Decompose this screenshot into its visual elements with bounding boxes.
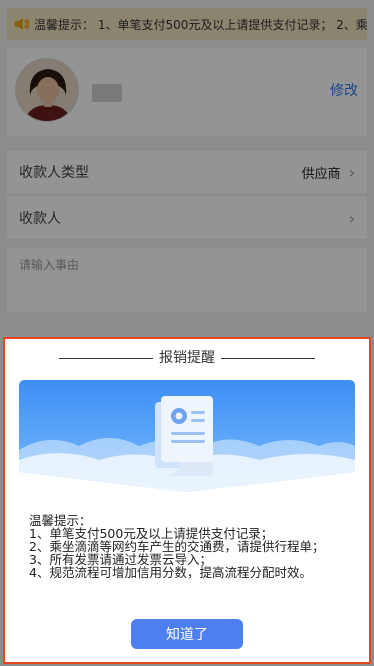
tips-text: 温馨提示： 1、单笔支付500元及以上请提供支付记录； 2、乘坐滴滴等网约车产生… — [29, 514, 339, 579]
reimbursement-reminder-dialog: 报销提醒 温馨提示： 1、单笔支付500元及以上请提供支付记录； 2、乘坐滴滴等… — [3, 337, 371, 664]
title-divider-right — [221, 357, 315, 359]
dialog-title: 报销提醒 — [5, 347, 369, 367]
dialog-title-text: 报销提醒 — [159, 350, 215, 366]
tip-line: 4、规范流程可增加信用分数，提高流程分配时效。 — [29, 565, 312, 580]
title-divider-left — [59, 357, 153, 359]
dialog-banner-illustration — [19, 380, 355, 492]
document-illustration-icon — [19, 380, 355, 492]
got-it-button[interactable]: 知道了 — [131, 619, 243, 649]
